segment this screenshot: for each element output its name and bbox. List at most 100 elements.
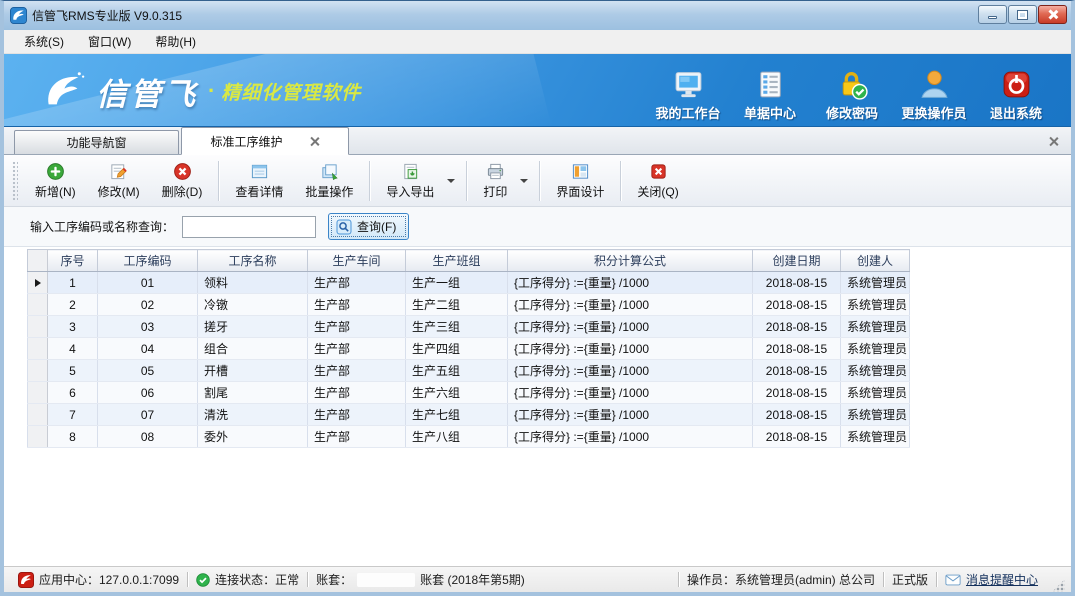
table-cell[interactable]: 08 [98, 426, 198, 448]
table-cell[interactable]: 2018-08-15 [753, 294, 841, 316]
query-button[interactable]: 查询(F) [328, 213, 409, 240]
table-cell[interactable]: 8 [48, 426, 98, 448]
table-cell[interactable]: 系统管理员 [841, 338, 910, 360]
column-header[interactable]: 序号 [48, 250, 98, 272]
tabstrip-close-icon[interactable] [1048, 136, 1059, 147]
row-indicator-cell[interactable] [28, 338, 48, 360]
edit-button[interactable]: 修改(M) [87, 158, 151, 204]
print-dropdown-arrow[interactable] [518, 155, 534, 206]
table-row[interactable]: 303搓牙生产部生产三组{工序得分} :={重量} /10002018-08-1… [28, 316, 910, 338]
table-cell[interactable]: 2018-08-15 [753, 360, 841, 382]
change-operator-button[interactable]: 更换操作员 [893, 68, 975, 122]
document-center-button[interactable]: 单据中心 [729, 68, 811, 122]
tab-standard-process[interactable]: 标准工序维护 [181, 127, 349, 155]
row-indicator-cell[interactable] [28, 272, 48, 294]
table-cell[interactable]: 生产部 [308, 294, 406, 316]
table-cell[interactable]: 生产部 [308, 338, 406, 360]
table-cell[interactable]: {工序得分} :={重量} /1000 [508, 382, 753, 404]
table-cell[interactable]: {工序得分} :={重量} /1000 [508, 360, 753, 382]
table-cell[interactable]: 生产部 [308, 382, 406, 404]
column-header[interactable]: 积分计算公式 [508, 250, 753, 272]
table-cell[interactable]: 割尾 [198, 382, 308, 404]
table-cell[interactable]: 清洗 [198, 404, 308, 426]
table-row[interactable]: 808委外生产部生产八组{工序得分} :={重量} /10002018-08-1… [28, 426, 910, 448]
delete-button[interactable]: 删除(D) [151, 158, 214, 204]
tab-close-icon[interactable] [309, 136, 320, 147]
table-row[interactable]: 505开槽生产部生产五组{工序得分} :={重量} /10002018-08-1… [28, 360, 910, 382]
table-cell[interactable]: 开槽 [198, 360, 308, 382]
column-header[interactable]: 创建日期 [753, 250, 841, 272]
add-button[interactable]: 新增(N) [24, 158, 87, 204]
menu-item-system[interactable]: 系统(S) [12, 30, 76, 53]
table-cell[interactable]: 生产部 [308, 272, 406, 294]
table-cell[interactable]: 生产二组 [406, 294, 508, 316]
table-row[interactable]: 404组合生产部生产四组{工序得分} :={重量} /10002018-08-1… [28, 338, 910, 360]
table-cell[interactable]: {工序得分} :={重量} /1000 [508, 338, 753, 360]
table-cell[interactable]: 系统管理员 [841, 316, 910, 338]
resize-grip[interactable] [1052, 579, 1065, 592]
table-cell[interactable]: 生产七组 [406, 404, 508, 426]
row-indicator-cell[interactable] [28, 404, 48, 426]
table-cell[interactable]: 1 [48, 272, 98, 294]
table-cell[interactable]: 2 [48, 294, 98, 316]
table-cell[interactable]: 生产四组 [406, 338, 508, 360]
table-cell[interactable]: 系统管理员 [841, 294, 910, 316]
my-workbench-button[interactable]: 我的工作台 [647, 68, 729, 122]
row-indicator-cell[interactable] [28, 316, 48, 338]
table-cell[interactable]: 2018-08-15 [753, 404, 841, 426]
table-cell[interactable]: 系统管理员 [841, 272, 910, 294]
table-cell[interactable]: 搓牙 [198, 316, 308, 338]
table-cell[interactable]: 7 [48, 404, 98, 426]
table-cell[interactable]: {工序得分} :={重量} /1000 [508, 272, 753, 294]
table-cell[interactable]: 生产部 [308, 404, 406, 426]
table-cell[interactable]: 2018-08-15 [753, 338, 841, 360]
table-row[interactable]: 606割尾生产部生产六组{工序得分} :={重量} /10002018-08-1… [28, 382, 910, 404]
table-cell[interactable]: 系统管理员 [841, 404, 910, 426]
table-cell[interactable]: 生产五组 [406, 360, 508, 382]
table-cell[interactable]: {工序得分} :={重量} /1000 [508, 404, 753, 426]
table-cell[interactable]: 2018-08-15 [753, 426, 841, 448]
table-cell[interactable]: 03 [98, 316, 198, 338]
table-cell[interactable]: 生产三组 [406, 316, 508, 338]
row-indicator-cell[interactable] [28, 294, 48, 316]
message-center-link[interactable]: 消息提醒中心 [937, 571, 1046, 588]
table-cell[interactable]: 领料 [198, 272, 308, 294]
menu-item-help[interactable]: 帮助(H) [143, 30, 208, 53]
table-cell[interactable]: 委外 [198, 426, 308, 448]
row-indicator-cell[interactable] [28, 382, 48, 404]
close-button[interactable] [1038, 5, 1067, 24]
table-cell[interactable]: 4 [48, 338, 98, 360]
row-indicator-cell[interactable] [28, 360, 48, 382]
tab-function-nav[interactable]: 功能导航窗 [14, 130, 179, 154]
table-cell[interactable]: 6 [48, 382, 98, 404]
table-cell[interactable]: 5 [48, 360, 98, 382]
column-header[interactable]: 生产班组 [406, 250, 508, 272]
import-export-dropdown-arrow[interactable] [445, 155, 461, 206]
table-cell[interactable]: 冷镦 [198, 294, 308, 316]
table-row[interactable]: 202冷镦生产部生产二组{工序得分} :={重量} /10002018-08-1… [28, 294, 910, 316]
table-cell[interactable]: 系统管理员 [841, 426, 910, 448]
column-header[interactable]: 创建人 [841, 250, 910, 272]
table-cell[interactable]: 3 [48, 316, 98, 338]
maximize-button[interactable] [1008, 5, 1037, 24]
table-cell[interactable]: 2018-08-15 [753, 316, 841, 338]
table-cell[interactable]: 组合 [198, 338, 308, 360]
table-cell[interactable]: {工序得分} :={重量} /1000 [508, 316, 753, 338]
table-row[interactable]: 101领料生产部生产一组{工序得分} :={重量} /10002018-08-1… [28, 272, 910, 294]
minimize-button[interactable] [978, 5, 1007, 24]
table-cell[interactable]: 05 [98, 360, 198, 382]
table-cell[interactable]: {工序得分} :={重量} /1000 [508, 294, 753, 316]
table-cell[interactable]: {工序得分} :={重量} /1000 [508, 426, 753, 448]
table-cell[interactable]: 生产部 [308, 316, 406, 338]
column-header[interactable]: 工序编码 [98, 250, 198, 272]
table-cell[interactable]: 02 [98, 294, 198, 316]
table-cell[interactable]: 生产一组 [406, 272, 508, 294]
table-cell[interactable]: 系统管理员 [841, 382, 910, 404]
close-tab-button[interactable]: 关闭(Q) [626, 158, 689, 204]
table-cell[interactable]: 2018-08-15 [753, 382, 841, 404]
column-header[interactable]: 工序名称 [198, 250, 308, 272]
table-cell[interactable]: 系统管理员 [841, 360, 910, 382]
ui-design-button[interactable]: 界面设计 [545, 158, 615, 204]
table-cell[interactable]: 07 [98, 404, 198, 426]
row-indicator-cell[interactable] [28, 426, 48, 448]
